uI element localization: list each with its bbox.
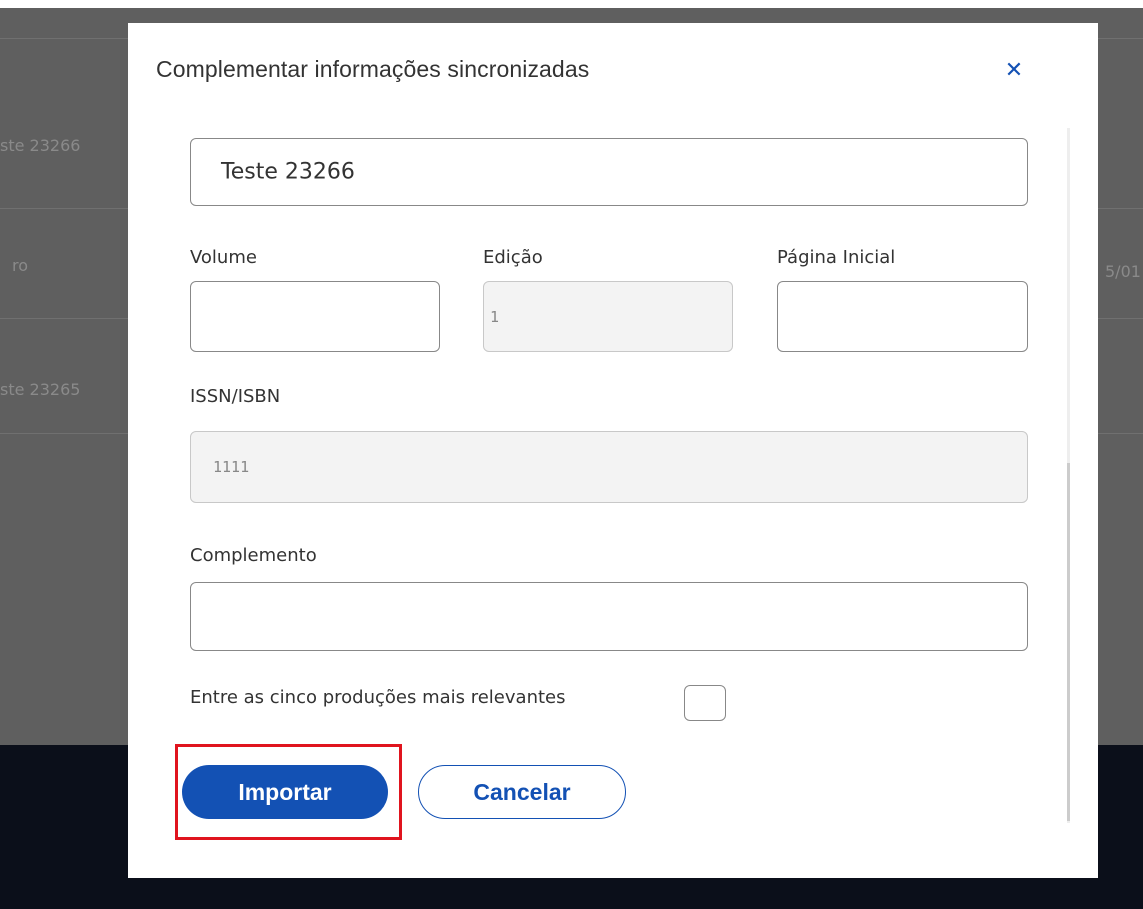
close-icon[interactable]: ✕ <box>1000 56 1028 84</box>
issn-input-value: 1111 <box>213 458 250 476</box>
relevantes-label: Entre as cinco produções mais relevantes <box>190 687 566 708</box>
complemento-label: Complemento <box>190 545 317 566</box>
title-input[interactable]: Teste 23266 <box>190 138 1028 206</box>
edicao-input[interactable]: 1 <box>483 281 733 352</box>
relevantes-checkbox[interactable] <box>684 685 726 721</box>
modal-title: Complementar informações sincronizadas <box>156 56 590 82</box>
pagina-inicial-label: Página Inicial <box>777 247 896 268</box>
modal-scrollbar-thumb[interactable] <box>1067 463 1070 821</box>
background-row-text: 5/01 <box>1105 262 1141 281</box>
issn-label: ISSN/ISBN <box>190 386 281 407</box>
background-row-text: ro <box>12 256 29 275</box>
edicao-input-value: 1 <box>490 307 500 326</box>
edicao-label: Edição <box>483 247 543 268</box>
background-row-text: ste 23266 <box>0 136 81 155</box>
background-row-text: ste 23265 <box>0 380 81 399</box>
volume-label: Volume <box>190 247 257 268</box>
import-button[interactable]: Importar <box>182 765 388 819</box>
sync-info-modal: Complementar informações sincronizadas ✕… <box>128 23 1098 878</box>
pagina-inicial-input[interactable] <box>777 281 1028 352</box>
complemento-input[interactable] <box>190 582 1028 651</box>
volume-input[interactable] <box>190 281 440 352</box>
cancel-button[interactable]: Cancelar <box>418 765 626 819</box>
issn-input[interactable]: 1111 <box>190 431 1028 503</box>
title-input-value: Teste 23266 <box>221 159 355 185</box>
